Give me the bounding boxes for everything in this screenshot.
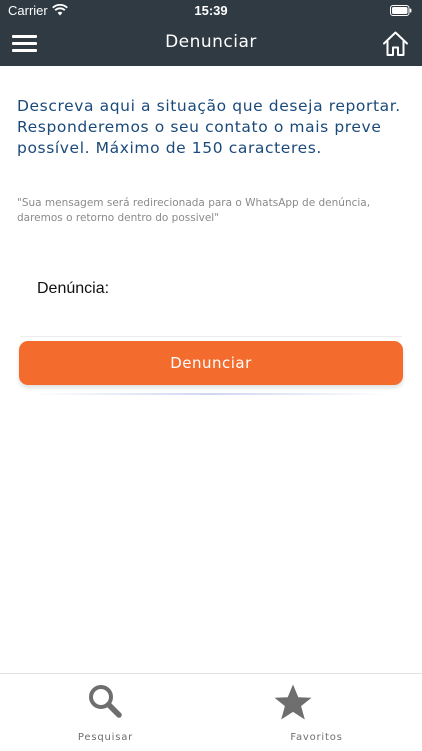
page-title: Denunciar <box>165 32 257 52</box>
app-header: Carrier 15:39 Denunciar <box>0 0 422 66</box>
button-shadow-line <box>34 393 388 395</box>
denuncia-input[interactable] <box>120 277 404 305</box>
tab-pesquisar[interactable]: Pesquisar <box>0 674 211 751</box>
battery-icon <box>390 5 412 16</box>
home-icon[interactable] <box>382 30 409 57</box>
tab-favoritos[interactable]: Favoritos <box>211 674 422 751</box>
status-time: 15:39 <box>194 3 228 18</box>
status-bar: Carrier 15:39 <box>0 0 422 22</box>
denuncia-field-label: Denúncia: <box>37 280 110 297</box>
field-divider <box>20 336 402 337</box>
tab-favoritos-label: Favoritos <box>290 732 343 743</box>
tab-bar: Pesquisar Favoritos <box>0 673 422 751</box>
instructions-text: Descreva aqui a situação que deseja repo… <box>17 97 401 157</box>
tab-pesquisar-label: Pesquisar <box>77 732 134 743</box>
star-icon <box>274 684 312 720</box>
whatsapp-note: "Sua mensagem será redirecionada para o … <box>17 197 371 224</box>
search-icon <box>89 685 122 718</box>
denunciar-button[interactable]: Denunciar <box>19 341 403 385</box>
